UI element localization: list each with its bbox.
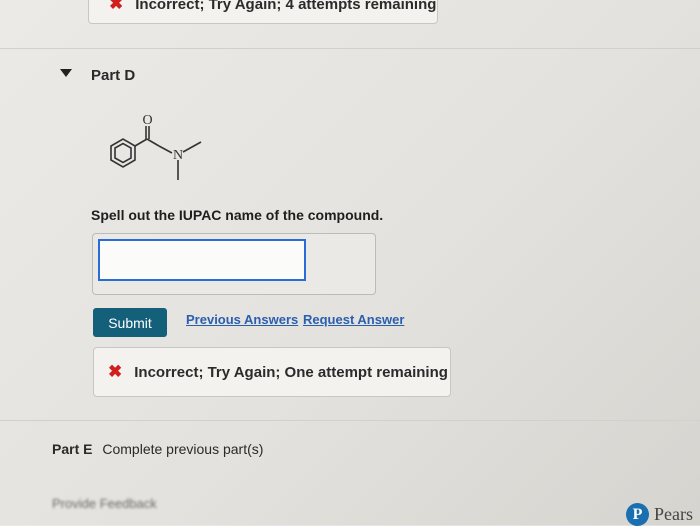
feedback-box: ✖ Incorrect; Try Again; One attempt rema… <box>93 347 451 397</box>
part-e-label: Part E <box>52 441 93 457</box>
previous-answers-link[interactable]: Previous Answers <box>186 312 298 327</box>
provide-feedback-link[interactable]: Provide Feedback <box>52 496 157 511</box>
divider <box>0 48 700 49</box>
feedback-text: Incorrect; Try Again; One attempt remain… <box>134 363 448 381</box>
answer-container <box>92 233 376 295</box>
pearson-brand: P Pears <box>626 503 693 526</box>
answer-input[interactable] <box>98 239 306 281</box>
chemical-structure: O N <box>110 113 202 180</box>
pearson-logo-icon: P <box>626 503 649 526</box>
x-icon: ✖ <box>108 362 123 381</box>
previous-feedback-box: ✖ Incorrect; Try Again; 4 attempts remai… <box>88 0 438 24</box>
brand-name: Pears <box>654 504 693 524</box>
collapse-triangle-icon[interactable] <box>60 69 72 77</box>
part-d-title: Part D <box>91 67 136 84</box>
previous-feedback-text: Incorrect; Try Again; 4 attempts remaini… <box>135 0 437 13</box>
part-e-header: Part E Complete previous part(s) <box>52 441 263 457</box>
request-answer-link[interactable]: Request Answer <box>303 312 404 327</box>
x-icon: ✖ <box>109 0 124 13</box>
divider <box>0 420 700 421</box>
submit-button[interactable]: Submit <box>93 308 167 337</box>
oxygen-label: O <box>142 113 152 128</box>
nitrogen-label: N <box>173 148 183 163</box>
question-text: Spell out the IUPAC name of the compound… <box>91 207 384 223</box>
part-e-text: Complete previous part(s) <box>102 441 264 457</box>
